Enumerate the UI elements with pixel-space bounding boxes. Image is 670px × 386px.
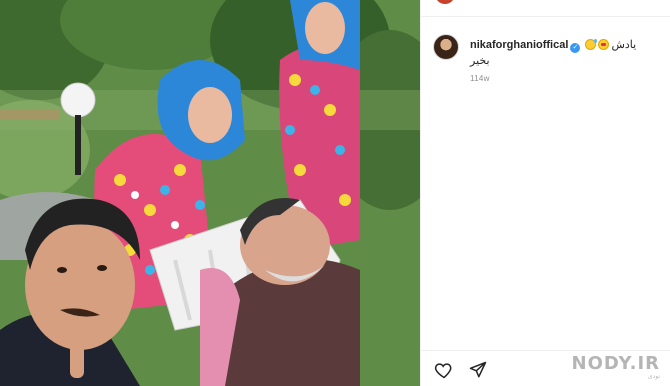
watermark: NODY.IR نودی xyxy=(571,353,660,381)
share-icon xyxy=(469,361,487,378)
like-button[interactable] xyxy=(433,359,455,381)
share-button[interactable] xyxy=(467,359,489,381)
watermark-logo: NODY.IR xyxy=(571,353,660,374)
post-photo[interactable] xyxy=(0,0,420,386)
caption-text-line2: بخیر xyxy=(470,55,490,67)
heart-eyes-icon xyxy=(598,39,610,50)
header-divider xyxy=(421,16,670,17)
heart-icon xyxy=(434,363,452,379)
grinning-face-with-sweat-icon xyxy=(585,39,598,50)
post-side-panel: nikaforghanioffical ✓ یادش بخیر 114w NODY… xyxy=(420,0,670,386)
watermark-subtitle: نودی xyxy=(647,373,660,380)
post-timestamp[interactable]: 114w xyxy=(470,74,490,83)
previous-comment-avatar[interactable] xyxy=(435,0,455,4)
action-bar xyxy=(433,359,489,381)
actions-divider xyxy=(421,350,670,351)
username-link[interactable]: nikaforghanioffical xyxy=(470,39,568,51)
caption: nikaforghanioffical ✓ یادش بخیر xyxy=(470,38,670,68)
caption-text-line1: یادش xyxy=(611,39,637,51)
avatar[interactable] xyxy=(433,34,459,60)
post-photo-illustration xyxy=(0,0,420,386)
verified-badge-icon: ✓ xyxy=(570,43,581,53)
